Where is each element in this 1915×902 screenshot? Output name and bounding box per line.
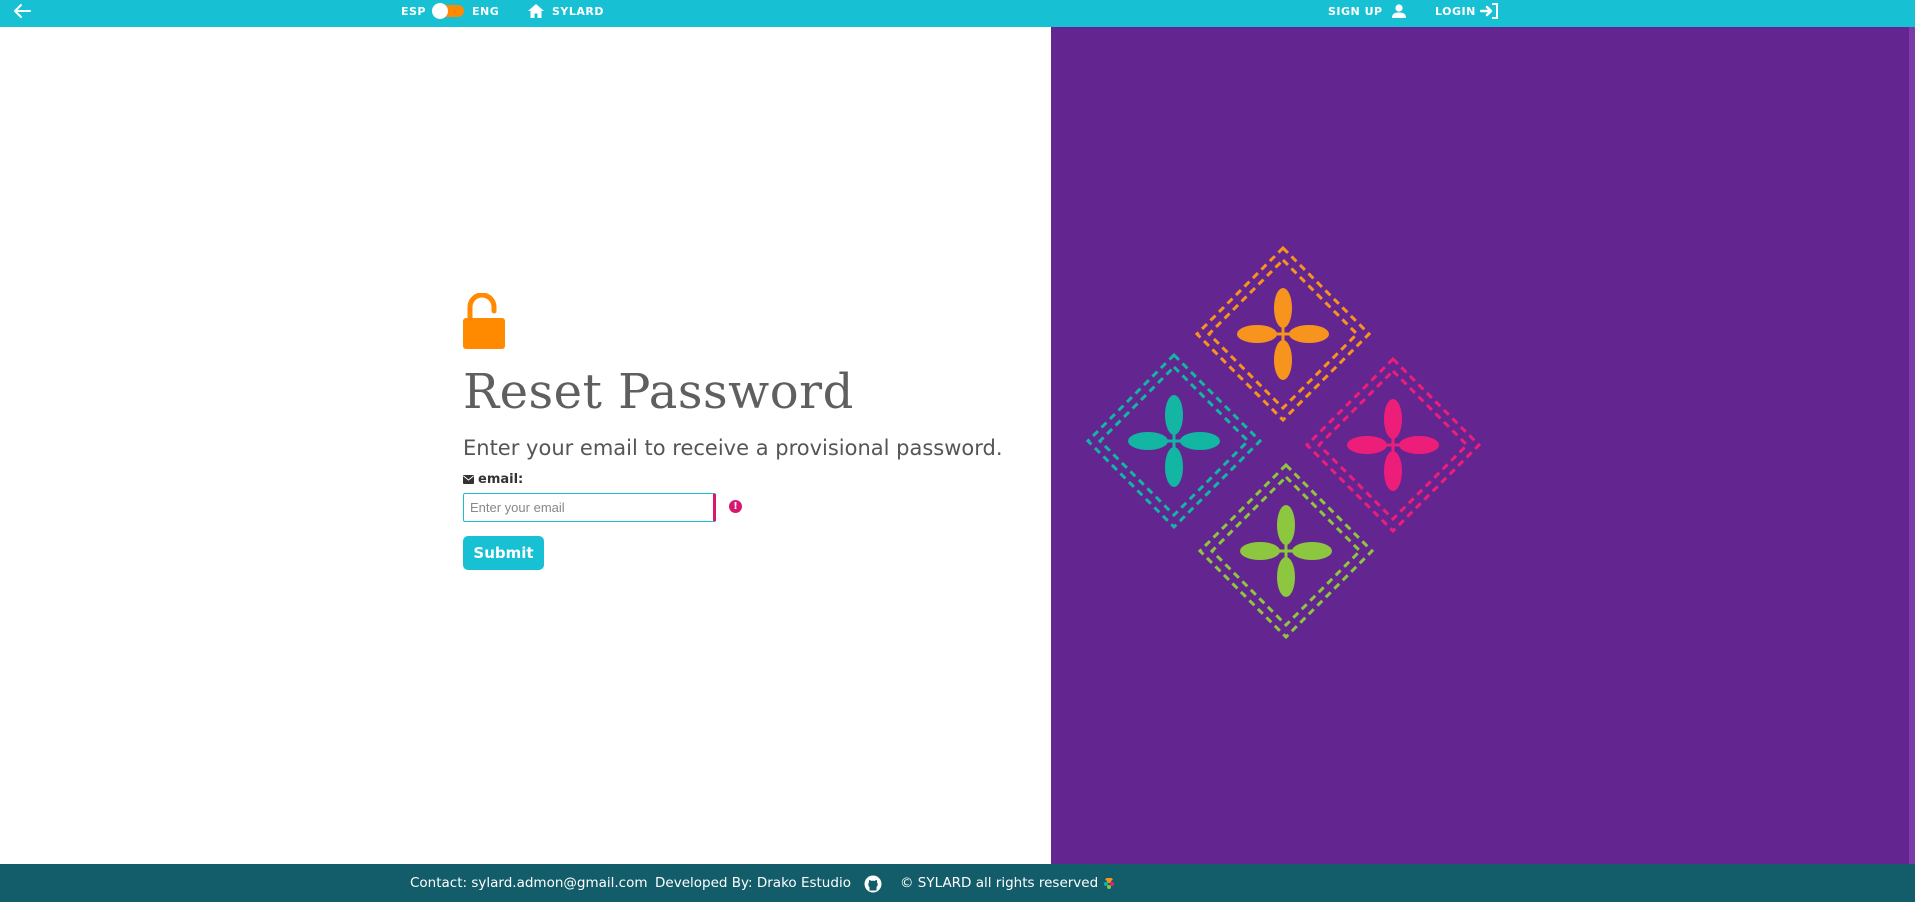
footer-contact: Contact: sylard.admon@gmail.com — [410, 875, 648, 891]
login-label: LOGIN — [1435, 4, 1476, 18]
footer-developer: Developed By: Drako Estudio — [655, 875, 851, 891]
page-title: Reset Password — [463, 364, 854, 420]
toggle-knob — [432, 3, 448, 19]
signup-label: SIGN UP — [1328, 4, 1383, 18]
footer: Contact: sylard.admon@gmail.com Develope… — [0, 864, 1915, 902]
signup-link[interactable]: SIGN UP — [1328, 0, 1407, 22]
footer-copyright: © SYLARD all rights reserved — [900, 875, 1099, 891]
back-button[interactable] — [12, 0, 32, 22]
user-icon — [1391, 4, 1406, 18]
page-subtitle: Enter your email to receive a provisiona… — [463, 436, 1003, 460]
language-toggle[interactable] — [432, 3, 464, 19]
motif-orange — [1194, 245, 1372, 423]
email-field[interactable] — [463, 493, 716, 522]
panel-border — [1909, 27, 1915, 864]
email-label-text: email: — [478, 472, 524, 487]
top-bar: ESP ENG SYLARD SIGN UP LOGIN — [0, 0, 1915, 27]
login-link[interactable]: LOGIN — [1435, 0, 1500, 22]
home-link[interactable]: SYLARD — [527, 0, 604, 22]
arrow-left-icon — [14, 4, 31, 18]
decorative-panel — [1051, 27, 1915, 864]
motif-pink — [1304, 356, 1482, 534]
envelope-icon — [463, 475, 474, 484]
submit-button[interactable]: Submit — [463, 536, 544, 570]
github-icon[interactable] — [864, 875, 882, 893]
lock-open-icon — [463, 293, 505, 349]
motif-green — [1197, 462, 1375, 640]
motif-teal — [1085, 352, 1263, 530]
language-switch: ESP ENG — [401, 0, 499, 22]
lang-eng-label: ENG — [472, 4, 500, 18]
home-icon — [528, 4, 544, 18]
lang-esp-label: ESP — [401, 4, 426, 18]
error-icon: ! — [729, 500, 742, 513]
home-label: SYLARD — [552, 4, 605, 18]
email-label: email: — [463, 472, 523, 487]
embroidery-pattern-image — [1085, 245, 1482, 640]
login-icon — [1479, 3, 1498, 19]
sylard-logo — [1104, 878, 1114, 889]
